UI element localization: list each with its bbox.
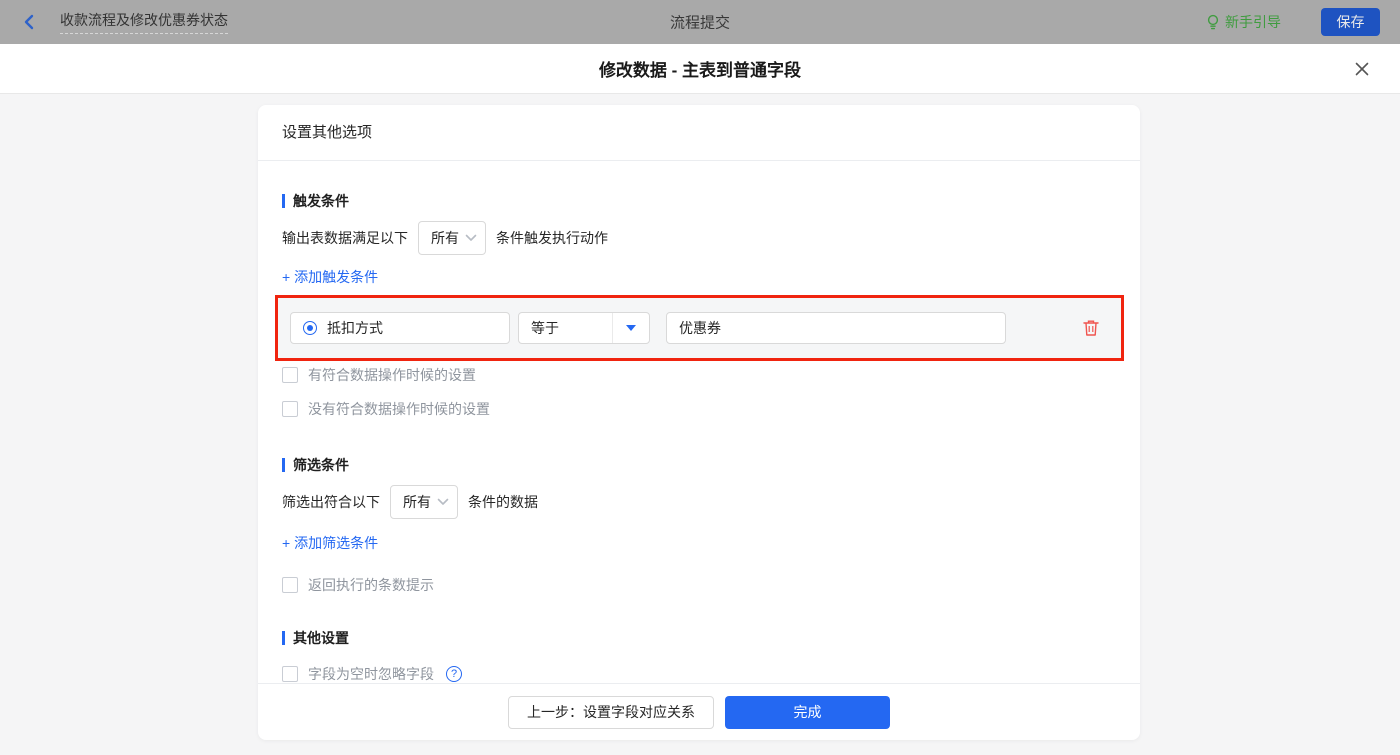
app-window: 收款流程及修改优惠券状态 流程提交 新手引导 保存 修改数据 - 主表到普通字段	[0, 0, 1400, 755]
count-tip-row: 返回执行的条数提示	[282, 575, 1116, 595]
trigger-match-select-value: 所有	[431, 230, 459, 246]
condition-field-value: 抵扣方式	[327, 320, 383, 336]
section-title-trigger-text: 触发条件	[293, 193, 349, 209]
close-icon[interactable]	[1352, 59, 1372, 79]
trigger-match-row: 输出表数据满足以下 所有 条件触发执行动作	[282, 221, 1116, 255]
section-title-other: 其他设置	[282, 628, 1116, 648]
flow-name-title[interactable]: 收款流程及修改优惠券状态	[60, 10, 228, 34]
topbar-center-title: 流程提交	[669, 14, 731, 32]
condition-row: 抵扣方式 等于 优惠券	[278, 298, 1121, 358]
has-match-row: 有符合数据操作时候的设置	[282, 365, 1116, 385]
checkbox-count-tip-label: 返回执行的条数提示	[308, 577, 434, 593]
prev-step-button[interactable]: 上一步：设置字段对应关系	[508, 695, 714, 729]
condition-field-input[interactable]: 抵扣方式	[290, 312, 510, 344]
card-body: 触发条件 输出表数据满足以下 所有 条件触发执行动作 + 添加触发条件 抵扣方式…	[258, 161, 1140, 683]
filter-match-select[interactable]: 所有	[390, 485, 458, 519]
section-accent-bar	[282, 458, 285, 472]
checkbox-no-match-label: 没有符合数据操作时候的设置	[308, 401, 490, 417]
checkbox-ignore-empty[interactable]	[282, 666, 298, 682]
add-trigger-condition-link[interactable]: + 添加触发条件	[282, 267, 378, 287]
topbar: 收款流程及修改优惠券状态 流程提交 新手引导 保存	[0, 0, 1400, 44]
checkbox-has-match-label: 有符合数据操作时候的设置	[308, 367, 476, 383]
filter-prefix-text: 筛选出符合以下	[282, 494, 380, 510]
add-filter-condition-link[interactable]: + 添加筛选条件	[282, 533, 378, 553]
guide-link[interactable]: 新手引导	[1206, 12, 1281, 32]
ignore-empty-row: 字段为空时忽略字段 ?	[282, 664, 1116, 683]
lightbulb-icon	[1207, 14, 1219, 30]
section-accent-bar	[282, 631, 285, 645]
operator-divider	[612, 313, 613, 343]
done-button[interactable]: 完成	[725, 695, 890, 729]
modal-body: 设置其他选项 触发条件 输出表数据满足以下 所有 条件触发执行动作 + 添加触发…	[0, 94, 1400, 755]
section-title-filter-text: 筛选条件	[293, 457, 349, 473]
save-button[interactable]: 保存	[1321, 8, 1380, 36]
condition-row-highlight-box: 抵扣方式 等于 优惠券	[275, 295, 1124, 361]
section-title-filter: 筛选条件	[282, 455, 1116, 475]
topbar-right: 新手引导 保存	[1206, 8, 1380, 36]
card-footer: 上一步：设置字段对应关系 完成	[258, 683, 1140, 740]
card-header-title: 设置其他选项	[258, 105, 1140, 161]
trigger-prefix-text: 输出表数据满足以下	[282, 230, 408, 246]
back-icon[interactable]	[20, 13, 38, 31]
section-title-trigger: 触发条件	[282, 191, 1116, 211]
guide-label: 新手引导	[1225, 14, 1281, 30]
chevron-down-icon	[465, 234, 477, 241]
condition-value-input[interactable]: 优惠券	[666, 312, 1006, 344]
modal-title: 修改数据 - 主表到普通字段	[598, 61, 802, 80]
filter-match-row: 筛选出符合以下 所有 条件的数据	[282, 485, 1116, 519]
topbar-left: 收款流程及修改优惠券状态	[20, 10, 228, 34]
checkbox-ignore-empty-label: 字段为空时忽略字段	[308, 666, 434, 682]
checkbox-count-tip[interactable]	[282, 577, 298, 593]
no-match-row: 没有符合数据操作时候的设置	[282, 399, 1116, 419]
section-accent-bar	[282, 194, 285, 208]
checkbox-has-match[interactable]	[282, 367, 298, 383]
filter-match-select-value: 所有	[403, 494, 431, 510]
caret-down-icon	[626, 325, 636, 331]
trash-icon[interactable]	[1083, 319, 1099, 337]
trigger-match-select[interactable]: 所有	[418, 221, 486, 255]
trigger-suffix-text: 条件触发执行动作	[496, 230, 608, 246]
condition-value-text: 优惠券	[679, 320, 721, 336]
condition-operator-select[interactable]: 等于	[518, 312, 650, 344]
options-card: 设置其他选项 触发条件 输出表数据满足以下 所有 条件触发执行动作 + 添加触发…	[258, 105, 1140, 740]
chevron-down-icon	[437, 498, 449, 505]
filter-suffix-text: 条件的数据	[468, 494, 538, 510]
condition-operator-value: 等于	[531, 320, 559, 336]
checkbox-no-match[interactable]	[282, 401, 298, 417]
modal-header: 修改数据 - 主表到普通字段	[0, 44, 1400, 94]
section-title-other-text: 其他设置	[293, 630, 349, 646]
help-icon[interactable]: ?	[446, 666, 462, 682]
radio-selected-icon	[303, 321, 317, 335]
